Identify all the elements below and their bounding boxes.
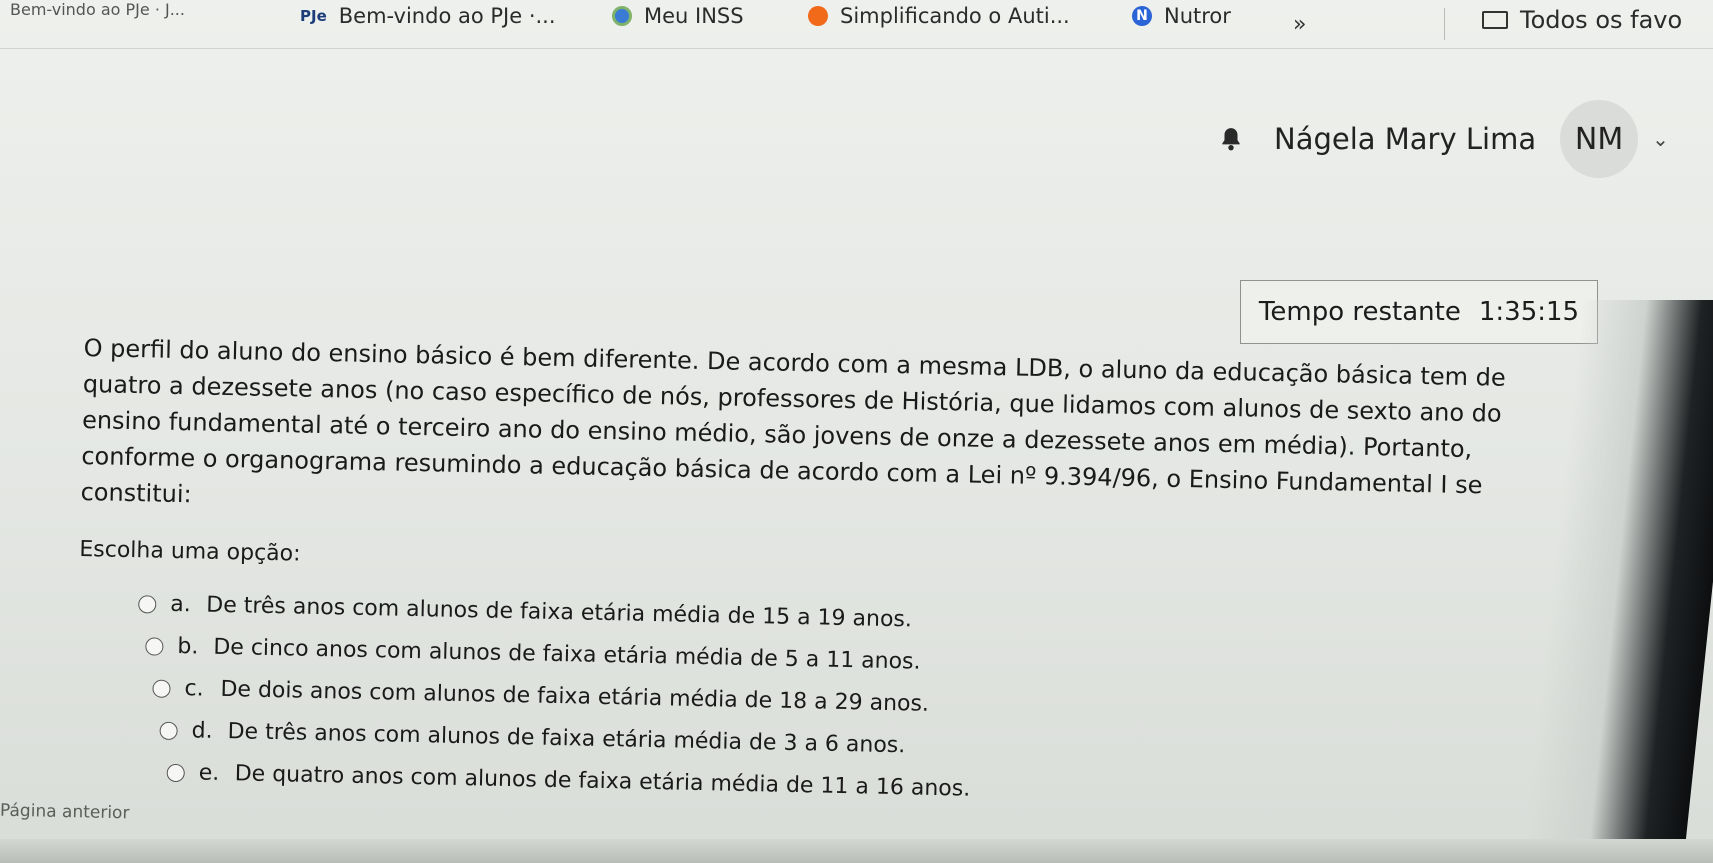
user-menu[interactable]: Nágela Mary Lima NM ⌄ (1218, 100, 1669, 178)
radio-button[interactable] (138, 595, 157, 614)
answer-options: a. De três anos com alunos de faixa etár… (74, 582, 1518, 822)
more-bookmarks-button[interactable]: » (1293, 12, 1306, 37)
option-letter: d. (191, 718, 213, 744)
chevron-down-icon[interactable]: ⌄ (1652, 127, 1669, 151)
bookmark-meu-inss[interactable]: Meu INSS (612, 4, 744, 28)
time-remaining-label: Tempo restante (1258, 297, 1461, 327)
bookmarks-divider (1444, 8, 1445, 40)
option-letter: c. (184, 676, 204, 702)
pje-icon: PJe (300, 7, 327, 25)
bookmark-nutror[interactable]: N Nutror (1132, 4, 1231, 28)
bottom-edge (0, 839, 1713, 863)
bookmarks-bar: Bem-vindo ao PJe · J... PJe Bem-vindo ao… (0, 0, 1713, 49)
time-remaining-box: Tempo restante 1:35:15 (1240, 280, 1598, 344)
bookmark-label: Simplificando o Auti... (840, 4, 1070, 28)
all-favorites-label: Todos os favo (1520, 6, 1683, 34)
previous-page-button[interactable]: Página anterior (0, 801, 130, 824)
option-letter: b. (177, 634, 199, 660)
time-remaining-value: 1:35:15 (1478, 297, 1580, 327)
radio-button[interactable] (159, 721, 178, 741)
nutror-icon: N (1132, 6, 1152, 26)
radio-button[interactable] (145, 637, 164, 656)
avatar[interactable]: NM (1560, 100, 1639, 178)
bell-icon[interactable] (1218, 126, 1244, 152)
page: Bem-vindo ao PJe · J... PJe Bem-vindo ao… (0, 0, 1713, 863)
option-letter: a. (170, 591, 192, 618)
radio-button[interactable] (152, 679, 171, 698)
bookmark-label: Bem-vindo ao PJe · J... (10, 0, 185, 19)
user-name[interactable]: Nágela Mary Lima (1274, 122, 1536, 156)
bookmark-label: Meu INSS (644, 4, 744, 28)
all-favorites-folder[interactable]: Todos os favo (1482, 6, 1682, 34)
bookmark-pje-1[interactable]: Bem-vindo ao PJe · J... (10, 0, 185, 19)
bookmark-label: Bem-vindo ao PJe ·... (338, 4, 556, 28)
bookmark-pje-2[interactable]: PJe Bem-vindo ao PJe ·... (300, 4, 556, 28)
bookmark-simplificando[interactable]: Simplificando o Auti... (808, 4, 1070, 28)
folder-icon (1482, 11, 1508, 29)
inss-icon (612, 6, 632, 26)
screen-edge-shadow (1523, 300, 1713, 863)
simplificando-icon (808, 6, 828, 26)
option-letter: e. (198, 760, 220, 786)
bookmark-label: Nutror (1164, 4, 1231, 28)
radio-button[interactable] (166, 763, 185, 783)
question-block: O perfil do aluno do ensino básico é bem… (74, 330, 1523, 822)
